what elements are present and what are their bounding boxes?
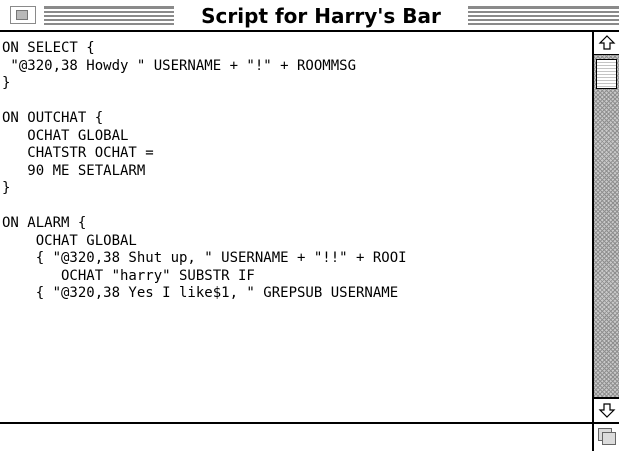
script-line: ON ALARM { — [2, 215, 87, 231]
grow-box-icon[interactable] — [592, 422, 619, 451]
script-line: ON OUTCHAT { — [2, 110, 104, 126]
close-box-icon[interactable] — [10, 6, 36, 24]
script-line — [2, 198, 592, 216]
title-bar-stripes-left — [44, 6, 174, 25]
title-bar[interactable]: Script for Harry's Bar — [0, 0, 619, 32]
script-line: OCHAT "harry" SUBSTR IF — [2, 267, 255, 284]
window-title: Script for Harry's Bar — [174, 2, 468, 30]
scroll-thumb[interactable] — [596, 59, 617, 89]
horizontal-scrollbar-area — [0, 422, 619, 451]
script-editor[interactable]: ON SELECT { "@320,38 Howdy " USERNAME + … — [0, 32, 592, 412]
down-arrow-icon[interactable] — [594, 398, 619, 421]
script-text[interactable]: ON SELECT { "@320,38 Howdy " USERNAME + … — [0, 32, 592, 303]
script-line: OCHAT GLOBAL — [2, 232, 137, 249]
up-arrow-icon[interactable] — [594, 32, 619, 54]
scroll-track[interactable] — [594, 54, 619, 398]
script-line: 90 ME SETALARM — [2, 162, 146, 179]
script-line: OCHAT GLOBAL — [2, 127, 129, 144]
script-line: } — [2, 180, 11, 196]
script-line: "@320,38 Howdy " USERNAME + "!" + ROOMMS… — [2, 57, 357, 74]
title-bar-stripes-right — [468, 6, 619, 25]
script-line: CHATSTR OCHAT = — [2, 145, 154, 161]
script-line: { "@320,38 Shut up, " USERNAME + "!!" + … — [2, 250, 407, 266]
vertical-scrollbar[interactable] — [592, 32, 619, 422]
script-line: } — [2, 75, 11, 91]
script-line — [2, 93, 592, 111]
script-line: ON SELECT { — [2, 40, 95, 56]
script-line: { "@320,38 Yes I like$1, " GREPSUB USERN… — [2, 285, 399, 301]
